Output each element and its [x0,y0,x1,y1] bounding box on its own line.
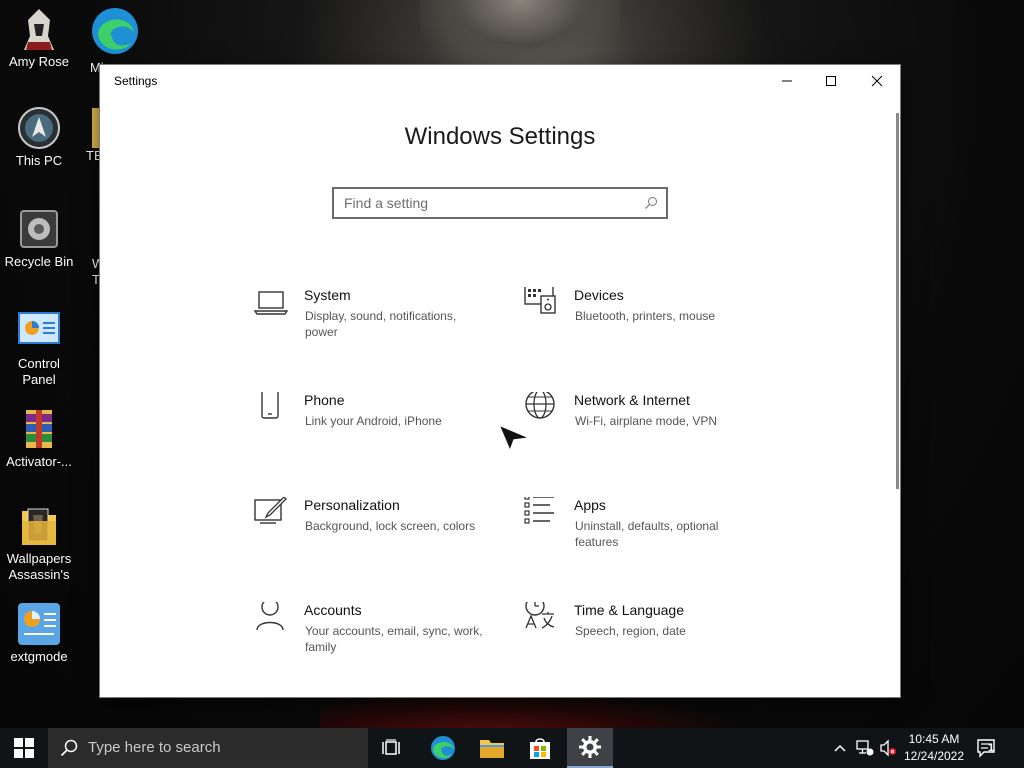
time-language-icon [524,596,560,638]
tile-title: Apps [574,497,606,513]
tile-description: Speech, region, date [575,624,686,638]
tile-accounts[interactable]: Accounts Your accounts, email, sync, wor… [254,598,504,682]
tile-description: Bluetooth, printers, mouse [575,309,716,323]
desktop-icon-this-pc[interactable]: This PC [1,105,77,169]
tile-description: Link your Android, iPhone [305,414,442,428]
tile-description: Your accounts, email, sync, work, family [305,624,483,654]
chevron-up-icon [834,744,846,752]
folder-icon [480,740,504,758]
clock-time: 10:45 AM [908,732,960,746]
desktop-icon-label: Control Panel [18,356,60,387]
settings-search[interactable] [332,187,668,219]
notification-icon [977,739,995,758]
devices-icon [524,285,560,323]
tile-title: Time & Language [574,602,684,618]
start-button[interactable] [0,728,48,768]
tile-title: Devices [574,287,624,303]
tile-time-language[interactable]: Time & Language Speech, region, date [524,596,774,682]
window-title: Settings [114,74,158,88]
winrar-archive-icon [16,406,62,452]
close-icon [871,75,883,87]
task-view-icon [382,739,400,755]
person-icon [254,598,290,638]
desktop-icon-label: Recycle Bin [4,254,74,269]
edge-icon [92,8,138,54]
taskbar-store-button[interactable] [517,728,563,768]
paintbrush-icon [254,496,290,533]
minimize-icon [782,80,792,82]
wallpaper-highlight [420,0,620,70]
tile-title: Network & Internet [574,392,690,408]
tile-title: System [304,287,351,303]
action-center-button[interactable]: 1 [972,728,1002,768]
desktop-icon-recycle-bin[interactable]: Recycle Bin [1,206,77,270]
taskbar-search[interactable]: Type here to search [48,728,368,768]
show-hidden-icons-button[interactable] [830,728,850,768]
laptop-icon [253,287,290,323]
tile-title: Personalization [304,497,400,513]
desktop-icon-wallpapers[interactable]: Wallpapers Assassin's [1,503,77,583]
desktop-icon-amy-rose[interactable]: Amy Rose [1,6,77,70]
network-disconnected-icon [856,740,874,756]
desktop-icon-control-panel[interactable]: Control Panel [1,308,77,388]
search-input[interactable] [334,189,634,217]
assassins-logo-icon [16,105,62,151]
mouse-cursor-icon [498,424,532,456]
maximize-button[interactable] [808,65,854,97]
desktop-icon-label: This PC [15,153,63,168]
search-icon [60,739,78,757]
notification-count: 1 [988,742,995,754]
apps-list-icon [524,494,560,533]
phone-icon [254,389,290,428]
tile-title: Accounts [304,602,362,618]
taskbar: Type here to search 10:45 AM 12/24/2022 … [0,728,1024,768]
page-title: Windows Settings [404,123,596,150]
store-icon [530,738,550,759]
volume-muted-icon [880,739,896,757]
globe-icon [524,389,560,428]
maximize-icon [826,76,836,86]
task-view-button[interactable] [369,728,415,768]
clock-date: 12/24/2022 [903,749,965,763]
control-panel-icon [16,601,62,647]
recycle-bin-icon [16,206,62,252]
desktop-icon-label: Wallpapers Assassin's [6,551,72,582]
taskbar-edge-button[interactable] [420,728,466,768]
taskbar-settings-button[interactable] [567,728,613,768]
settings-window: Settings Windows Settings System Display… [100,65,900,697]
minimize-button[interactable] [764,65,810,97]
network-status-button[interactable] [854,728,876,768]
windows-logo-icon [14,738,34,758]
folder-icon [16,503,62,549]
title-bar[interactable]: Settings [100,65,900,97]
tile-phone[interactable]: Phone Link your Android, iPhone [254,389,504,472]
taskbar-file-explorer-button[interactable] [469,728,515,768]
tile-personalization[interactable]: Personalization Background, lock screen,… [254,496,504,577]
tile-description: Display, sound, notifications, power [305,309,457,339]
system-clock[interactable]: 10:45 AM 12/24/2022 [896,731,972,765]
tile-apps[interactable]: Apps Uninstall, defaults, optional featu… [524,494,774,577]
tile-network-internet[interactable]: Network & Internet Wi-Fi, airplane mode,… [524,389,774,472]
desktop-icon-activator[interactable]: Activator-... [1,406,77,470]
tile-system[interactable]: System Display, sound, notifications, po… [253,287,504,367]
control-panel-icon [16,308,62,354]
search-icon[interactable] [644,195,658,214]
taskbar-search-placeholder: Type here to search [88,739,221,756]
desktop-icon-extgmode[interactable]: extgmode [1,601,77,665]
desktop-icon-label: Activator-... [6,454,72,469]
gear-icon [579,736,601,758]
tile-description: Wi-Fi, airplane mode, VPN [575,414,718,428]
desktop-icon-label: Amy Rose [9,54,69,69]
tile-description: Background, lock screen, colors [305,519,476,533]
desktop-icon-edge-partial[interactable]: Mi [90,6,144,75]
assassin-avatar-icon [16,6,62,52]
volume-button[interactable] [878,728,898,768]
tile-title: Phone [304,392,345,408]
desktop-icon-label: extgmode [10,649,68,664]
close-button[interactable] [854,65,900,97]
scrollbar[interactable] [896,113,899,489]
tile-devices[interactable]: Devices Bluetooth, printers, mouse [524,285,774,367]
tile-description: Uninstall, defaults, optional features [575,519,719,549]
edge-icon [431,736,455,760]
